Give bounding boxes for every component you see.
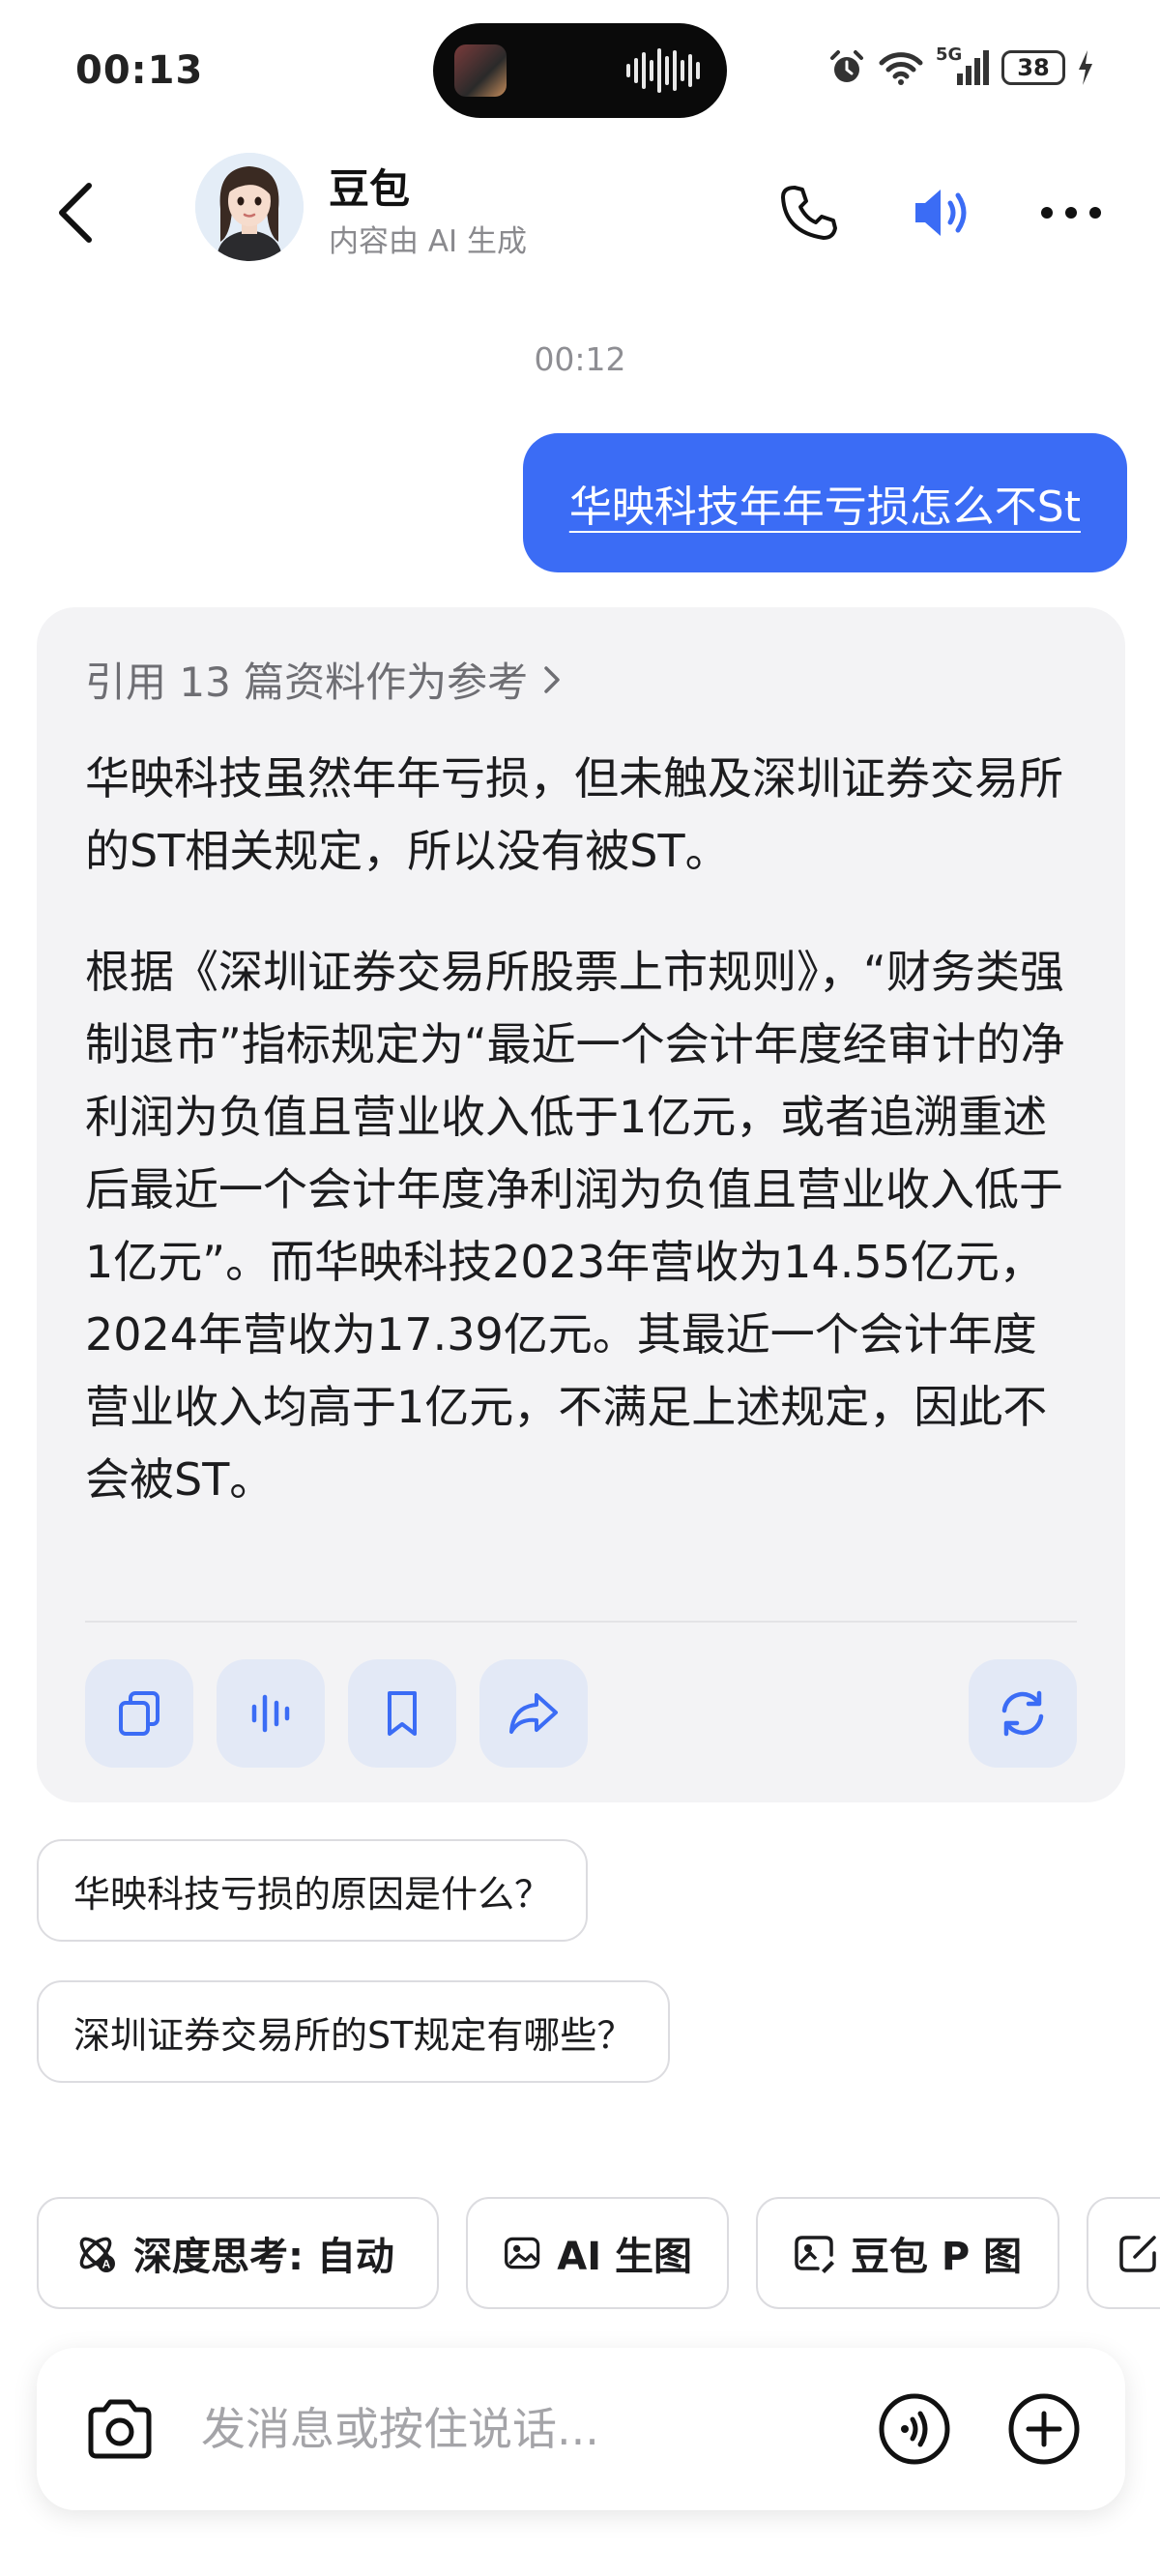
references-link[interactable]: 引用 13 篇资料作为参考 bbox=[85, 650, 566, 709]
back-button[interactable] bbox=[46, 174, 104, 251]
bookmark-button[interactable] bbox=[348, 1659, 456, 1768]
chevron-right-icon bbox=[544, 665, 560, 693]
tool-label: AI 生图 bbox=[557, 2235, 692, 2279]
alarm-icon bbox=[830, 50, 863, 82]
more-options-button[interactable] bbox=[1032, 174, 1110, 251]
chat-header: 豆包 内容由 AI 生成 bbox=[0, 135, 1160, 280]
photo-edit-icon bbox=[795, 2236, 834, 2273]
wifi-icon bbox=[879, 52, 923, 85]
write-icon bbox=[1119, 2236, 1156, 2272]
status-time: 00:13 bbox=[75, 48, 204, 93]
ai-reply-card: 引用 13 篇资料作为参考 华映科技虽然年年亏损，但未触及深圳证券交易所的ST相… bbox=[37, 607, 1125, 1802]
message-input[interactable] bbox=[201, 2390, 839, 2468]
suggested-question[interactable]: 深圳证券交易所的ST规定有哪些？ bbox=[37, 1980, 671, 2083]
tool-writing[interactable] bbox=[1087, 2197, 1160, 2309]
tool-label: 深度思考: 自动 bbox=[133, 2235, 394, 2279]
message-input-bar bbox=[37, 2348, 1125, 2510]
copy-icon bbox=[119, 1691, 160, 1736]
chevron-left-icon bbox=[59, 183, 92, 243]
camera-button[interactable] bbox=[79, 2388, 160, 2470]
chat-title: 豆包 bbox=[329, 165, 411, 213]
status-icons: 5G 38 bbox=[827, 44, 1094, 87]
suggested-question[interactable]: 华映科技亏损的原因是什么？ bbox=[37, 1839, 589, 1942]
svg-text:A: A bbox=[102, 2258, 111, 2271]
regenerate-icon bbox=[1001, 1690, 1044, 1737]
read-aloud-button[interactable] bbox=[217, 1659, 325, 1768]
tool-ai-image[interactable]: AI 生图 bbox=[466, 2197, 729, 2309]
battery-indicator: 38 bbox=[1001, 50, 1065, 85]
chat-subtitle: 内容由 AI 生成 bbox=[329, 224, 528, 259]
call-button[interactable] bbox=[769, 174, 847, 251]
camera-icon bbox=[88, 2399, 152, 2459]
copy-button[interactable] bbox=[85, 1659, 193, 1768]
user-message-text: 华映科技年年亏损怎么不St bbox=[568, 483, 1081, 532]
voice-call-button[interactable] bbox=[874, 2388, 955, 2470]
avatar-portrait-icon bbox=[195, 153, 304, 261]
media-thumbnail bbox=[454, 44, 507, 97]
share-icon bbox=[509, 1693, 558, 1734]
status-bar: 00:13 5G 38 bbox=[0, 0, 1160, 135]
speaker-icon bbox=[915, 190, 967, 236]
image-gen-icon bbox=[505, 2237, 540, 2269]
cellular-signal-icon: 5G bbox=[936, 44, 990, 87]
tool-photo-edit[interactable]: 豆包 P 图 bbox=[756, 2197, 1059, 2309]
dynamic-island[interactable] bbox=[433, 23, 727, 118]
voice-wave-icon bbox=[879, 2393, 950, 2465]
references-label: 引用 13 篇资料作为参考 bbox=[85, 659, 529, 706]
plus-icon bbox=[1008, 2393, 1080, 2465]
more-icon bbox=[1041, 207, 1101, 219]
divider bbox=[85, 1621, 1077, 1623]
ai-reply-paragraph: 根据《深圳证券交易所股票上市规则》，“财务类强制退市”指标规定为“最近一个会计年… bbox=[85, 946, 1065, 1506]
ai-reply-paragraph: 华映科技虽然年年亏损，但未触及深圳证券交易所的ST相关规定，所以没有被ST。 bbox=[85, 752, 1063, 877]
tool-label: 豆包 P 图 bbox=[851, 2235, 1023, 2279]
voice-play-icon bbox=[251, 1694, 290, 1733]
user-message-bubble[interactable]: 华映科技年年亏损怎么不St bbox=[522, 433, 1127, 572]
regenerate-button[interactable] bbox=[969, 1659, 1077, 1768]
avatar[interactable] bbox=[195, 153, 304, 261]
charging-icon bbox=[1079, 50, 1092, 85]
tool-deep-think[interactable]: A 深度思考: 自动 bbox=[37, 2197, 439, 2309]
voice-playback-button[interactable] bbox=[903, 174, 980, 251]
message-timestamp: 00:12 bbox=[534, 340, 626, 378]
audio-wave-icon bbox=[626, 48, 700, 93]
deep-think-icon: A bbox=[79, 2237, 115, 2272]
phone-icon bbox=[781, 186, 837, 240]
share-button[interactable] bbox=[479, 1659, 588, 1768]
add-attachment-button[interactable] bbox=[1003, 2388, 1085, 2470]
bookmark-icon bbox=[388, 1691, 417, 1736]
